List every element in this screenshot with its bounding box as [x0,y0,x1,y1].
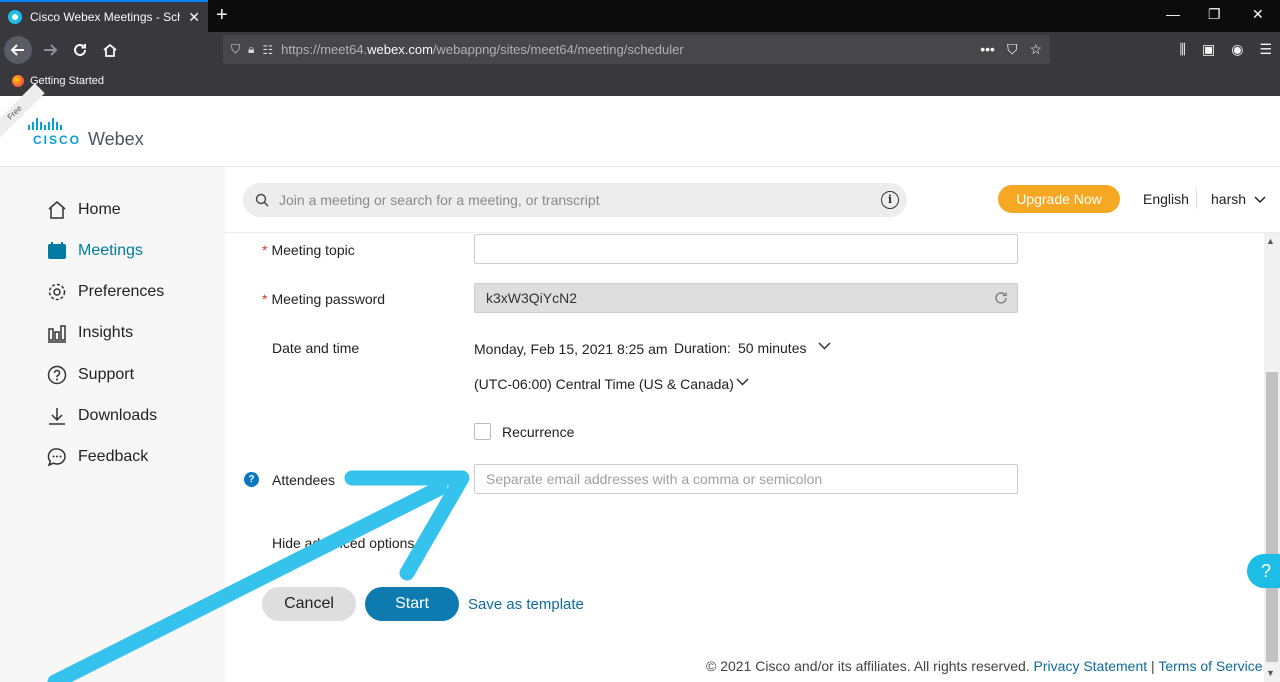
attendees-label: Attendees [272,472,336,488]
reload-icon[interactable] [66,36,94,64]
chevron-down-icon [1254,196,1266,204]
browser-tab-bar: Cisco Webex Meetings - Sched ✕ + — ❐ ✕ [0,0,1280,32]
chat-bubble-icon [46,446,68,468]
forward-icon[interactable] [36,36,64,64]
divider [1196,189,1197,209]
page-actions-icon[interactable]: ••• [980,41,995,58]
top-bar: Join a meeting or search for a meeting, … [225,167,1280,233]
search-placeholder: Join a meeting or search for a meeting, … [279,192,600,208]
language-selector[interactable]: English [1143,191,1189,207]
sidebar-item-downloads[interactable]: Downloads [46,405,157,427]
terms-of-service-link[interactable]: Terms of Service [1158,658,1262,674]
search-input[interactable]: Join a meeting or search for a meeting, … [243,183,907,217]
sidebar-item-support[interactable]: Support [46,364,134,386]
meeting-topic-label: * Meeting topic [262,242,355,258]
scrollbar-thumb[interactable] [1266,372,1278,662]
sidebar-toggle-icon[interactable]: ▣ [1202,41,1215,58]
help-icon[interactable]: ? [244,472,259,487]
url-text: https://meet64.webex.com/webappng/sites/… [281,42,684,57]
recurrence-checkbox[interactable] [474,423,491,440]
webex-favicon-icon [8,10,22,24]
chevron-down-icon [422,540,433,547]
save-as-template-link[interactable]: Save as template [468,596,584,613]
chevron-down-icon[interactable] [818,342,831,351]
upgrade-now-button[interactable]: Upgrade Now [998,185,1120,213]
gear-icon [46,281,68,303]
bar-chart-icon [46,322,68,344]
search-icon [255,193,269,207]
date-time-label: Date and time [272,340,360,356]
date-time-value[interactable]: Monday, Feb 15, 2021 8:25 am [474,341,668,357]
info-icon[interactable]: i [881,191,899,209]
minimize-icon[interactable]: — [1166,6,1180,22]
lock-icon[interactable]: 🔒︎ [248,42,254,57]
privacy-statement-link[interactable]: Privacy Statement [1034,658,1148,674]
home-icon [46,199,68,221]
restore-icon[interactable]: ❐ [1208,6,1221,23]
browser-nav-bar: ⛉ 🔒︎ ☷ https://meet64.webex.com/webappng… [0,32,1280,68]
hide-advanced-options-link[interactable]: Hide advanced options [272,535,433,551]
shield-icon[interactable]: ⛉ [231,42,240,57]
copyright-text: © 2021 Cisco and/or its affiliates. All … [706,658,1030,674]
cisco-bars-icon [28,118,62,130]
tab-title: Cisco Webex Meetings - Sched [30,10,180,24]
timezone-select[interactable]: (UTC-06:00) Central Time (US & Canada) [474,376,734,392]
recurrence-label: Recurrence [502,424,575,440]
sidebar-item-home[interactable]: Home [46,199,121,221]
scroll-up-icon[interactable]: ▲ [1266,236,1275,246]
library-icon[interactable]: ⫼ [1180,41,1186,58]
bookmark-getting-started[interactable]: Getting Started [12,75,104,87]
floating-help-button[interactable]: ? [1247,554,1280,588]
meeting-password-field[interactable]: k3xW3QiYcN2 [474,283,1018,313]
attendees-input[interactable]: Separate email addresses with a comma or… [474,464,1018,494]
close-window-icon[interactable]: ✕ [1252,6,1264,23]
duration-value[interactable]: 50 minutes [738,340,806,356]
pocket-icon[interactable]: ⛉ [1007,41,1018,58]
address-bar[interactable]: ⛉ 🔒︎ ☷ https://meet64.webex.com/webappng… [223,35,1050,64]
help-circle-icon [46,364,68,386]
new-tab-button[interactable]: + [216,4,228,26]
refresh-icon[interactable] [994,291,1008,305]
account-icon[interactable]: ◉ [1231,41,1243,58]
logo-webex-text: Webex [88,129,144,149]
browser-tab[interactable]: Cisco Webex Meetings - Sched ✕ [0,0,208,32]
logo-cisco-text: CISCO [33,133,82,147]
user-menu[interactable]: harsh [1211,191,1266,207]
footer: © 2021 Cisco and/or its affiliates. All … [706,658,1263,674]
sidebar-item-feedback[interactable]: Feedback [46,446,148,468]
sidebar-item-meetings[interactable]: Meetings [46,240,143,262]
permissions-icon[interactable]: ☷ [262,43,273,57]
back-icon[interactable] [4,36,32,64]
start-button[interactable]: Start [365,587,459,621]
tab-close-icon[interactable]: ✕ [188,9,200,26]
sidebar-item-preferences[interactable]: Preferences [46,281,164,303]
cancel-button[interactable]: Cancel [262,587,356,621]
meeting-topic-input[interactable] [474,234,1018,264]
menu-icon[interactable]: ☰ [1259,41,1272,58]
footer-divider: | [1151,658,1155,674]
chevron-down-icon[interactable] [736,378,749,387]
meeting-password-label: * Meeting password [262,291,386,307]
calendar-icon [46,240,68,262]
scroll-down-icon[interactable]: ▼ [1266,668,1275,678]
firefox-icon [12,75,24,87]
page-header: Free CISCO Webex [0,83,1280,167]
home-browser-icon[interactable] [96,36,124,64]
sidebar-item-insights[interactable]: Insights [46,322,133,344]
bookmark-star-icon[interactable]: ☆ [1029,41,1042,58]
download-icon [46,405,68,427]
bookmarks-toolbar: Getting Started [0,68,1280,96]
duration-label: Duration: [674,340,731,356]
